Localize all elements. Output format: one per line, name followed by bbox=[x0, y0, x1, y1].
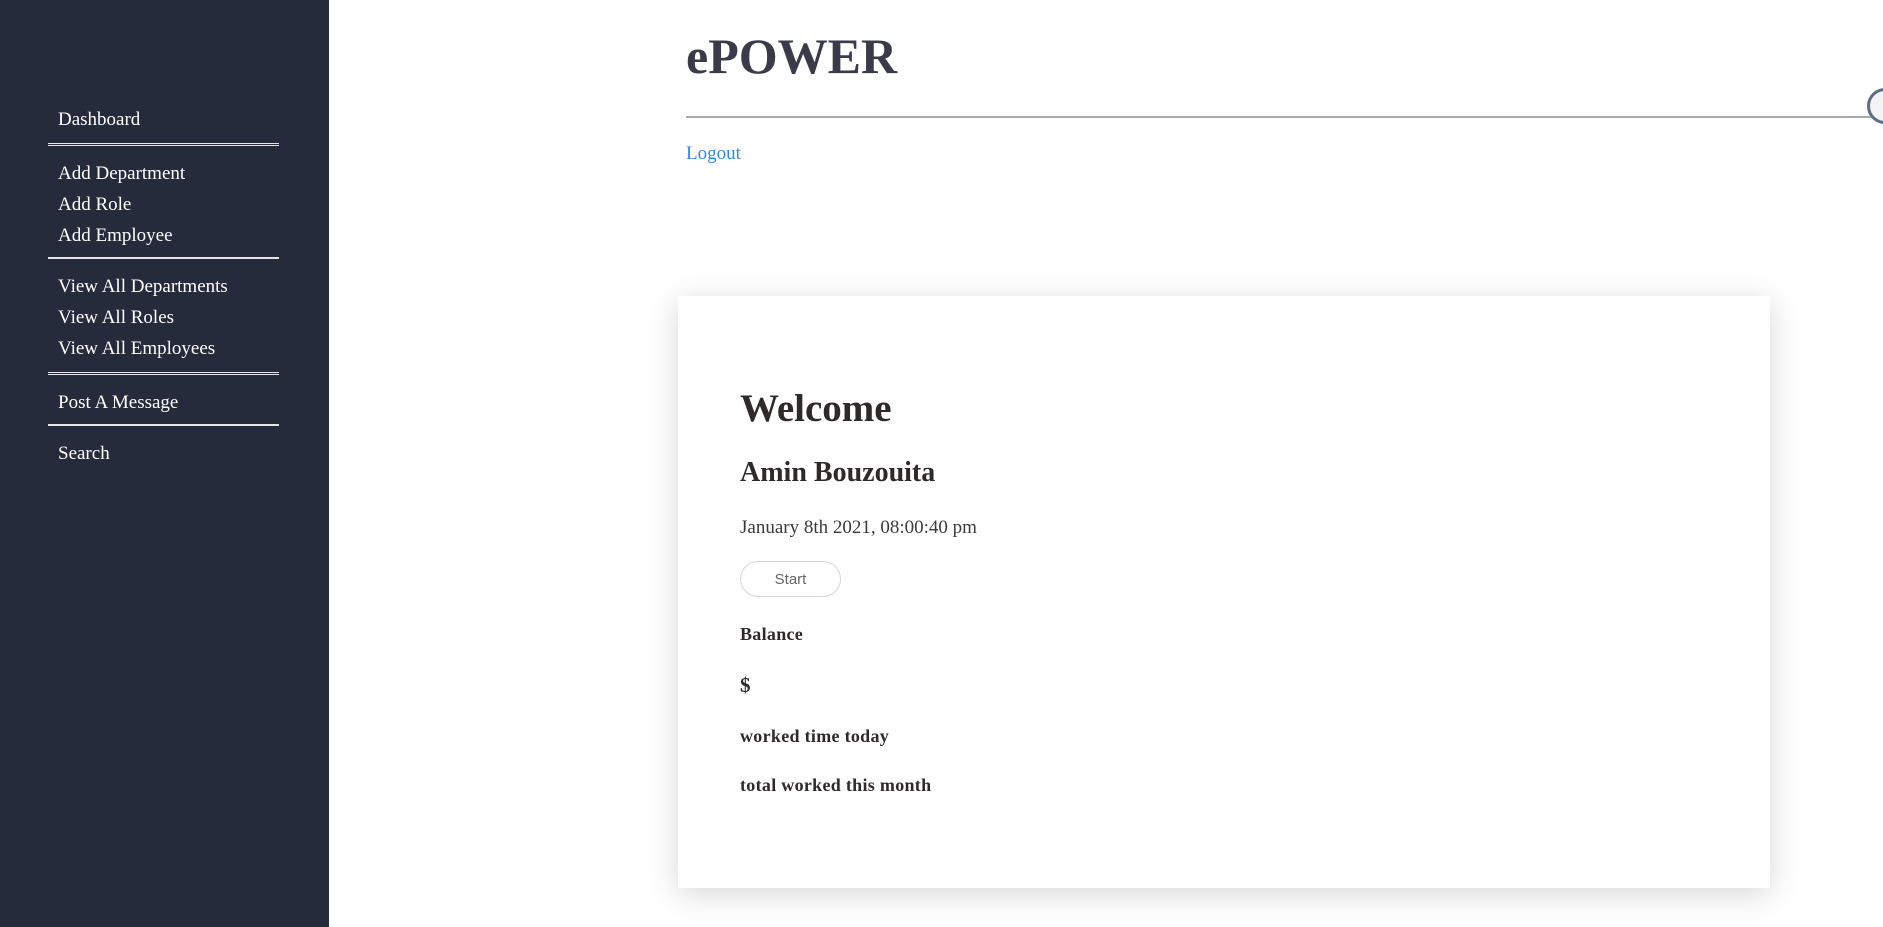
sidebar-item-add-department[interactable]: Add Department bbox=[48, 158, 279, 189]
balance-label: Balance bbox=[740, 624, 804, 644]
sidebar-item-search[interactable]: Search bbox=[48, 438, 279, 469]
sidebar-nav: Dashboard Add Department Add Role Add Em… bbox=[48, 104, 279, 469]
total-worked-month-label: total worked this month bbox=[740, 775, 932, 795]
balance-value: $ bbox=[740, 673, 751, 697]
worked-time-today-label: worked time today bbox=[740, 726, 890, 746]
sidebar-item-view-all-roles[interactable]: View All Roles bbox=[48, 302, 279, 333]
logout-link[interactable]: Logout bbox=[686, 143, 741, 165]
sidebar-divider bbox=[48, 257, 279, 259]
sidebar-item-dashboard[interactable]: Dashboard bbox=[48, 104, 279, 135]
sidebar-item-view-all-departments[interactable]: View All Departments bbox=[48, 271, 279, 302]
sidebar-divider bbox=[48, 372, 279, 375]
start-button[interactable]: Start bbox=[740, 561, 841, 597]
header-divider bbox=[686, 116, 1883, 118]
sidebar-item-view-all-employees[interactable]: View All Employees bbox=[48, 333, 279, 364]
user-name: Amin Bouzouita bbox=[740, 457, 936, 488]
sidebar-item-post-a-message[interactable]: Post A Message bbox=[48, 387, 279, 418]
welcome-card: Welcome Amin Bouzouita January 8th 2021,… bbox=[678, 296, 1770, 888]
sidebar-divider bbox=[48, 424, 279, 426]
sidebar-item-add-role[interactable]: Add Role bbox=[48, 189, 279, 220]
brand-title: ePOWER bbox=[686, 28, 898, 84]
sidebar-divider bbox=[48, 143, 279, 146]
current-datetime: January 8th 2021, 08:00:40 pm bbox=[740, 517, 977, 538]
sidebar: Dashboard Add Department Add Role Add Em… bbox=[0, 0, 329, 927]
avatar[interactable] bbox=[1867, 88, 1883, 124]
main-content: ePOWER Logout Welcome Amin Bouzouita Jan… bbox=[329, 0, 1883, 927]
welcome-heading: Welcome bbox=[740, 387, 892, 430]
sidebar-item-add-employee[interactable]: Add Employee bbox=[48, 220, 279, 251]
